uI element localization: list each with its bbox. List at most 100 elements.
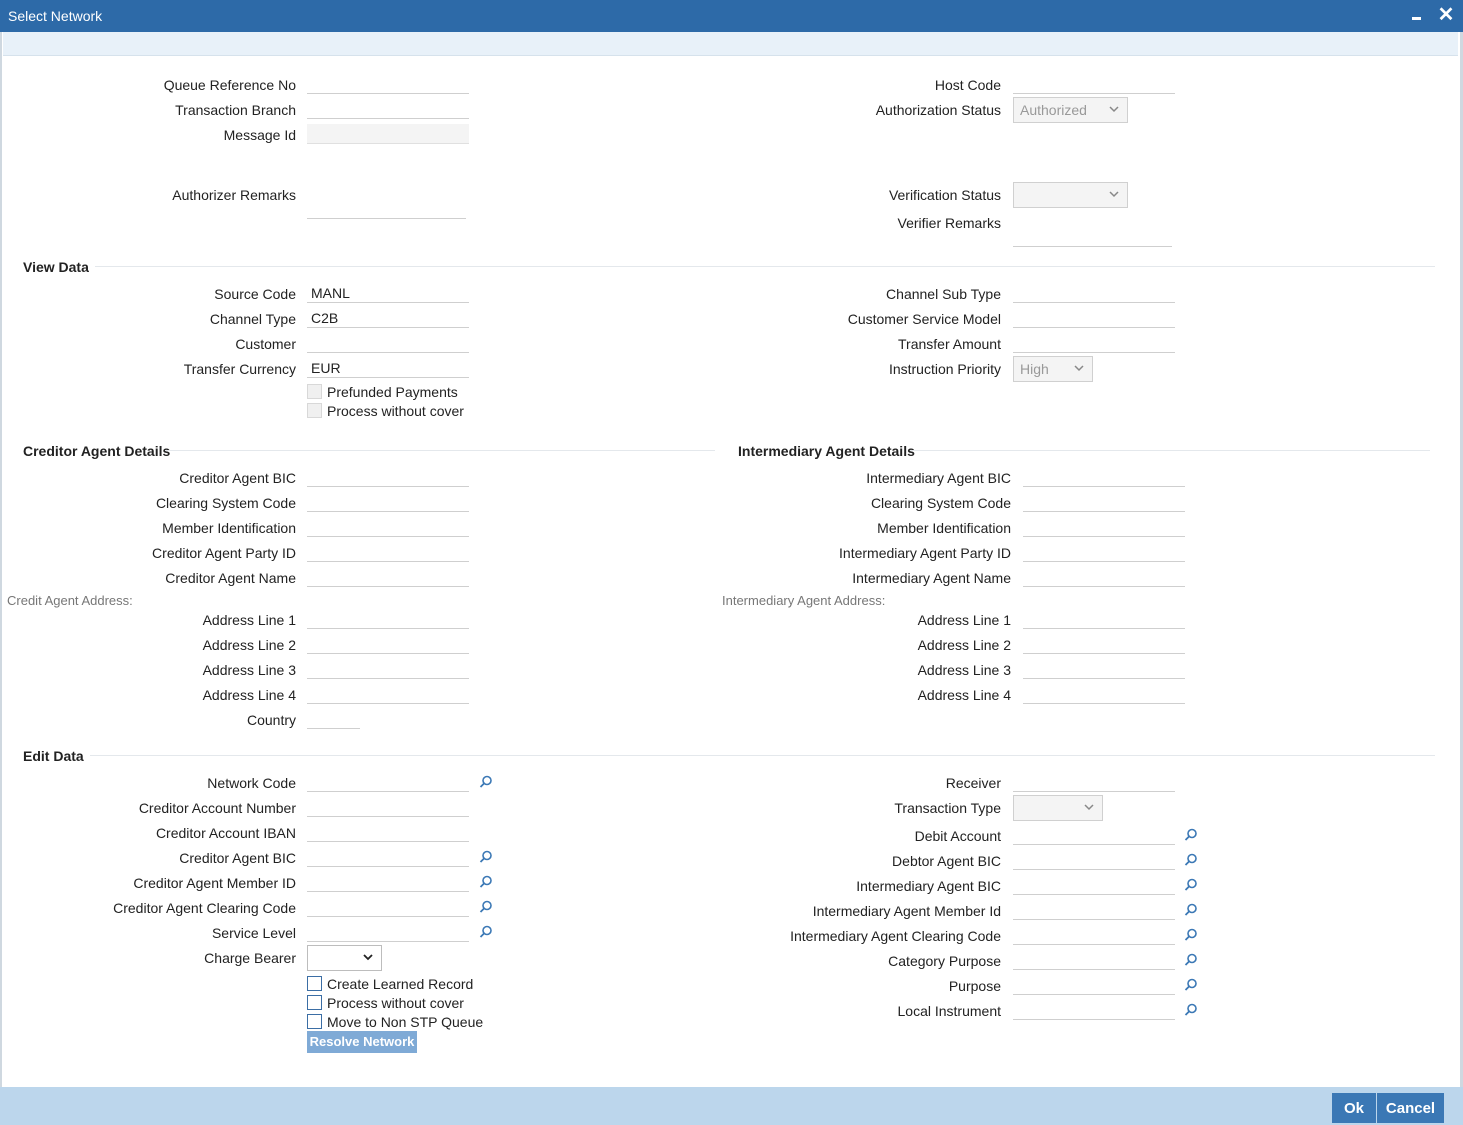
debit-account-input[interactable]	[1013, 825, 1175, 845]
search-icon[interactable]	[1184, 928, 1198, 942]
title-bar: Select Network ✕	[0, 0, 1463, 32]
queue-reference-no-input[interactable]	[307, 74, 469, 94]
search-icon[interactable]	[1184, 878, 1198, 892]
search-icon[interactable]	[479, 850, 493, 864]
creditor-agent-clearing-code-label: Creditor Agent Clearing Code	[113, 900, 296, 916]
creditor-agent-clearing-code-input[interactable]	[307, 897, 469, 917]
transaction-branch-input[interactable]	[307, 99, 469, 119]
intermediary-clearing-system-code-input[interactable]	[1023, 492, 1185, 512]
charge-bearer-select[interactable]	[307, 945, 382, 971]
search-icon[interactable]	[479, 925, 493, 939]
creditor-address-line-1-input[interactable]	[307, 609, 469, 629]
creditor-agent-bic-label: Creditor Agent BIC	[179, 470, 296, 486]
creditor-address-line-2-input[interactable]	[307, 634, 469, 654]
intermediary-agent-party-id-input[interactable]	[1023, 542, 1185, 562]
verifier-remarks-input[interactable]	[1013, 227, 1172, 247]
chevron-down-icon	[1109, 191, 1119, 198]
transfer-currency-input[interactable]	[307, 358, 469, 378]
search-icon[interactable]	[479, 900, 493, 914]
intermediary-address-line-1-label: Address Line 1	[917, 612, 1011, 628]
intermediary-agent-clearing-code-input[interactable]	[1013, 925, 1175, 945]
close-icon[interactable]: ✕	[1437, 5, 1455, 25]
search-icon[interactable]	[479, 775, 493, 789]
creditor-address-line-3-input[interactable]	[307, 659, 469, 679]
creditor-member-identification-input[interactable]	[307, 517, 469, 537]
edit-creditor-agent-bic-input[interactable]	[307, 847, 469, 867]
chevron-down-icon	[363, 954, 373, 961]
purpose-input[interactable]	[1013, 975, 1175, 995]
creditor-account-number-input[interactable]	[307, 797, 469, 817]
intermediary-agent-bic-input[interactable]	[1023, 467, 1185, 487]
transfer-amount-input[interactable]	[1013, 333, 1175, 353]
transaction-type-label: Transaction Type	[894, 800, 1001, 816]
local-instrument-label: Local Instrument	[897, 1003, 1002, 1019]
creditor-agent-name-input[interactable]	[307, 567, 469, 587]
charge-bearer-label: Charge Bearer	[204, 950, 296, 966]
creditor-address-line-4-input[interactable]	[307, 684, 469, 704]
search-icon[interactable]	[1184, 903, 1198, 917]
edit-intermediary-agent-bic-input[interactable]	[1013, 875, 1175, 895]
transfer-currency-label: Transfer Currency	[183, 361, 296, 377]
authorizer-remarks-input[interactable]	[307, 199, 466, 219]
customer-input[interactable]	[307, 333, 469, 353]
receiver-input[interactable]	[1013, 772, 1175, 792]
debtor-agent-bic-input[interactable]	[1013, 850, 1175, 870]
source-code-input[interactable]	[307, 283, 469, 303]
verification-status-select[interactable]	[1013, 182, 1128, 208]
ok-button[interactable]: Ok	[1332, 1093, 1376, 1123]
local-instrument-input[interactable]	[1013, 1000, 1175, 1020]
edit-creditor-agent-bic-label: Creditor Agent BIC	[179, 850, 296, 866]
search-icon[interactable]	[1184, 853, 1198, 867]
resolve-network-button[interactable]: Resolve Network	[307, 1031, 417, 1053]
process-without-cover-edit-checkbox[interactable]	[307, 995, 322, 1010]
intermediary-agent-member-id-input[interactable]	[1013, 900, 1175, 920]
creditor-agent-member-id-input[interactable]	[307, 872, 469, 892]
edit-intermediary-agent-bic-label: Intermediary Agent BIC	[856, 878, 1001, 894]
creditor-agent-party-id-input[interactable]	[307, 542, 469, 562]
search-icon[interactable]	[1184, 953, 1198, 967]
creditor-agent-bic-input[interactable]	[307, 467, 469, 487]
debtor-agent-bic-label: Debtor Agent BIC	[892, 853, 1001, 869]
host-code-label: Host Code	[934, 77, 1001, 93]
prefunded-payments-checkbox[interactable]	[307, 384, 322, 399]
network-code-input[interactable]	[307, 772, 469, 792]
create-learned-record-checkbox[interactable]	[307, 976, 322, 991]
instruction-priority-select[interactable]: High	[1013, 356, 1093, 382]
verification-status-label: Verification Status	[888, 187, 1001, 203]
message-id-label: Message Id	[223, 127, 296, 143]
intermediary-address-line-4-input[interactable]	[1023, 684, 1185, 704]
creditor-country-input[interactable]	[307, 709, 360, 729]
search-icon[interactable]	[1184, 1003, 1198, 1017]
minimize-icon[interactable]	[1410, 7, 1424, 23]
intermediary-address-line-3-input[interactable]	[1023, 659, 1185, 679]
intermediary-agent-name-input[interactable]	[1023, 567, 1185, 587]
creditor-clearing-system-code-label: Clearing System Code	[155, 495, 296, 511]
channel-sub-type-input[interactable]	[1013, 283, 1175, 303]
intermediary-member-identification-input[interactable]	[1023, 517, 1185, 537]
host-code-input[interactable]	[1013, 74, 1175, 94]
transaction-type-select[interactable]	[1013, 795, 1103, 821]
move-to-non-stp-queue-checkbox[interactable]	[307, 1014, 322, 1029]
intermediary-address-line-2-input[interactable]	[1023, 634, 1185, 654]
intermediary-address-line-1-input[interactable]	[1023, 609, 1185, 629]
creditor-member-identification-label: Member Identification	[162, 520, 296, 536]
search-icon[interactable]	[1184, 978, 1198, 992]
cancel-button[interactable]: Cancel	[1377, 1093, 1444, 1123]
creditor-account-iban-input[interactable]	[307, 822, 469, 842]
search-icon[interactable]	[1184, 828, 1198, 842]
creditor-clearing-system-code-input[interactable]	[307, 492, 469, 512]
intermediary-clearing-system-code-label: Clearing System Code	[870, 495, 1011, 511]
credit-agent-address-label: Credit Agent Address:	[7, 593, 133, 608]
search-icon[interactable]	[479, 875, 493, 889]
authorization-status-label: Authorization Status	[875, 102, 1001, 118]
creditor-address-line-2-label: Address Line 2	[202, 637, 296, 653]
channel-type-input[interactable]	[307, 308, 469, 328]
service-level-input[interactable]	[307, 922, 469, 942]
category-purpose-input[interactable]	[1013, 950, 1175, 970]
process-without-cover-view-checkbox[interactable]	[307, 403, 322, 418]
intermediary-agent-name-label: Intermediary Agent Name	[852, 570, 1011, 586]
message-id-input[interactable]	[307, 124, 469, 144]
customer-service-model-input[interactable]	[1013, 308, 1175, 328]
authorization-status-select[interactable]: Authorized	[1013, 97, 1128, 123]
customer-label: Customer	[235, 336, 296, 352]
